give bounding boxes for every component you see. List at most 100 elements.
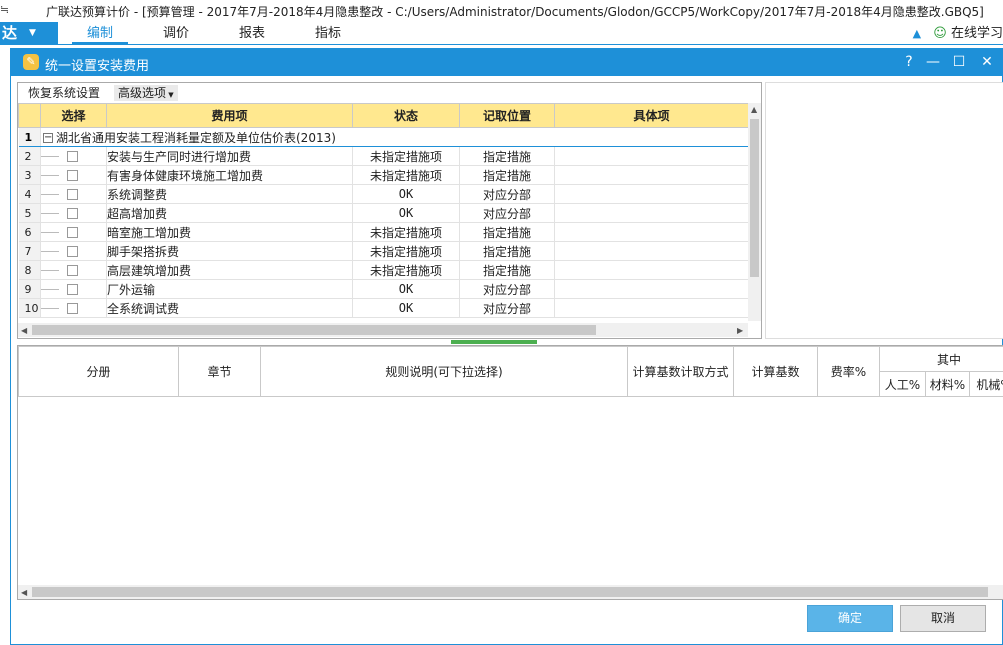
col-chapter-header[interactable]: 章节 bbox=[178, 346, 261, 397]
row-checkbox[interactable] bbox=[67, 189, 78, 200]
row-number: 6 bbox=[18, 222, 41, 242]
rule-grid-panel: 分册 章节 规则说明(可下拉选择) 计算基数计取方式 计算基数 费率% 其中 人… bbox=[17, 345, 1003, 600]
position-cell[interactable]: 指定措施 bbox=[459, 260, 555, 280]
unified-install-fee-dialog: ✎ 统一设置安装费用 ? — ☐ ✕ 恢复系统设置 高级选项 ▼ 选择 费用项 … bbox=[10, 48, 1003, 645]
position-cell[interactable]: 指定措施 bbox=[459, 165, 555, 185]
col-position-header[interactable]: 记取位置 bbox=[459, 103, 555, 128]
group-label: 湖北省通用安装工程消耗量定额及单位估价表(2013) bbox=[56, 130, 336, 145]
row-number: 9 bbox=[18, 279, 41, 299]
col-status-header[interactable]: 状态 bbox=[352, 103, 460, 128]
table-row[interactable]: 7 脚手架搭拆费 未指定措施项 指定措施 bbox=[18, 241, 749, 261]
col-calc-method-header[interactable]: 计算基数计取方式 bbox=[627, 346, 734, 397]
col-machine-header[interactable]: 机械% bbox=[968, 371, 1003, 397]
tab-edit[interactable]: 编制 bbox=[72, 22, 128, 45]
row-number: 1 bbox=[18, 127, 41, 147]
minimize-button[interactable]: — bbox=[922, 52, 944, 72]
col-select-header[interactable]: 选择 bbox=[40, 103, 107, 128]
col-rule-header[interactable]: 规则说明(可下拉选择) bbox=[260, 346, 628, 397]
close-button[interactable]: ✕ bbox=[976, 52, 998, 72]
table-row[interactable]: 4 系统调整费 OK 对应分部 bbox=[18, 184, 749, 204]
tree-line bbox=[41, 308, 59, 309]
online-learning-link[interactable]: 在线学习 bbox=[951, 26, 1003, 41]
row-checkbox[interactable] bbox=[67, 303, 78, 314]
table-row[interactable]: 5 超高增加费 OK 对应分部 bbox=[18, 203, 749, 223]
cancel-button[interactable]: 取消 bbox=[900, 605, 986, 632]
fee-item-cell: 脚手架搭拆费 bbox=[106, 241, 353, 261]
position-cell[interactable]: 对应分部 bbox=[459, 279, 555, 299]
row-checkbox[interactable] bbox=[67, 170, 78, 181]
table-row[interactable]: 2 安装与生产同时进行增加费 未指定措施项 指定措施 bbox=[18, 146, 749, 166]
row-checkbox[interactable] bbox=[67, 284, 78, 295]
scroll-thumb[interactable] bbox=[750, 119, 759, 277]
detail-cell[interactable] bbox=[554, 203, 749, 223]
advanced-options-button[interactable]: 高级选项 ▼ bbox=[114, 85, 178, 101]
tab-indicators[interactable]: 指标 bbox=[300, 22, 356, 45]
right-detail-pane bbox=[765, 82, 1003, 339]
row-checkbox[interactable] bbox=[67, 265, 78, 276]
detail-cell[interactable] bbox=[554, 165, 749, 185]
grid-header-row: 选择 费用项 状态 记取位置 具体项 bbox=[18, 103, 749, 128]
scroll-up-icon[interactable]: ▲ bbox=[751, 105, 757, 114]
col-division-header[interactable]: 分册 bbox=[18, 346, 179, 397]
grid-horizontal-scrollbar[interactable]: ◀ ▶ bbox=[18, 323, 748, 337]
position-cell[interactable]: 对应分部 bbox=[459, 298, 555, 318]
row-checkbox[interactable] bbox=[67, 227, 78, 238]
row-checkbox[interactable] bbox=[67, 246, 78, 257]
table-row[interactable]: 6 暗室施工增加费 未指定措施项 指定措施 bbox=[18, 222, 749, 242]
table-row[interactable]: 3 有害身体健康环境施工增加费 未指定措施项 指定措施 bbox=[18, 165, 749, 185]
table-row[interactable]: 10 全系统调试费 OK 对应分部 bbox=[18, 298, 749, 318]
col-labor-header[interactable]: 人工% bbox=[879, 371, 926, 397]
app-menu-button[interactable]: 达 ▼ bbox=[0, 22, 58, 45]
scroll-thumb[interactable] bbox=[32, 587, 988, 597]
col-fee-item-header[interactable]: 费用项 bbox=[106, 103, 353, 128]
group-row[interactable]: 1 − 湖北省通用安装工程消耗量定额及单位估价表(2013) bbox=[18, 127, 749, 147]
position-cell[interactable]: 对应分部 bbox=[459, 203, 555, 223]
scroll-thumb[interactable] bbox=[32, 325, 596, 335]
status-cell: OK bbox=[352, 184, 460, 204]
maximize-button[interactable]: ☐ bbox=[948, 52, 970, 72]
ribbon-menubar: 达 ▼ 编制 调价 报表 指标 ▲ ☺ 在线学习 bbox=[0, 22, 1003, 45]
tree-line bbox=[41, 175, 59, 176]
col-base-header[interactable]: 计算基数 bbox=[733, 346, 818, 397]
help-button[interactable]: ? bbox=[898, 52, 920, 72]
scroll-left-icon[interactable]: ◀ bbox=[21, 588, 27, 597]
position-cell[interactable]: 指定措施 bbox=[459, 241, 555, 261]
col-material-header[interactable]: 材料% bbox=[925, 371, 970, 397]
status-cell: OK bbox=[352, 203, 460, 223]
ok-button[interactable]: 确定 bbox=[807, 605, 893, 632]
tab-price-adjust[interactable]: 调价 bbox=[148, 22, 204, 45]
row-checkbox[interactable] bbox=[67, 208, 78, 219]
fee-item-cell: 有害身体健康环境施工增加费 bbox=[106, 165, 353, 185]
detail-cell[interactable] bbox=[554, 146, 749, 166]
scroll-right-icon[interactable]: ▶ bbox=[737, 326, 743, 335]
detail-cell[interactable] bbox=[554, 222, 749, 242]
row-number: 8 bbox=[18, 260, 41, 280]
panel-splitter-handle[interactable] bbox=[451, 340, 537, 344]
col-detail-header[interactable]: 具体项 bbox=[554, 103, 749, 128]
tab-reports[interactable]: 报表 bbox=[224, 22, 280, 45]
table-row[interactable]: 8 高层建筑增加费 未指定措施项 指定措施 bbox=[18, 260, 749, 280]
scroll-left-icon[interactable]: ◀ bbox=[21, 326, 27, 335]
collapse-icon[interactable]: − bbox=[43, 133, 53, 143]
table-row[interactable]: 9 厂外运输 OK 对应分部 bbox=[18, 279, 749, 299]
col-rate-header[interactable]: 费率% bbox=[817, 346, 880, 397]
detail-cell[interactable] bbox=[554, 184, 749, 204]
detail-cell[interactable] bbox=[554, 260, 749, 280]
lower-horizontal-scrollbar[interactable]: ◀ bbox=[18, 585, 1003, 599]
detail-cell[interactable] bbox=[554, 298, 749, 318]
row-number: 4 bbox=[18, 184, 41, 204]
row-checkbox[interactable] bbox=[67, 151, 78, 162]
collapse-ribbon-icon[interactable]: ▲ bbox=[913, 27, 921, 40]
grid-vertical-scrollbar[interactable]: ▲ bbox=[748, 103, 761, 321]
restore-defaults-button[interactable]: 恢复系统设置 bbox=[24, 85, 104, 101]
detail-cell[interactable] bbox=[554, 279, 749, 299]
online-help-icon: ☺ bbox=[933, 26, 947, 41]
detail-cell[interactable] bbox=[554, 241, 749, 261]
fee-item-cell: 全系统调试费 bbox=[106, 298, 353, 318]
position-cell[interactable]: 指定措施 bbox=[459, 222, 555, 242]
app-icon: ≒ bbox=[0, 3, 10, 16]
row-number: 10 bbox=[18, 298, 41, 318]
position-cell[interactable]: 指定措施 bbox=[459, 146, 555, 166]
position-cell[interactable]: 对应分部 bbox=[459, 184, 555, 204]
tree-line bbox=[41, 194, 59, 195]
